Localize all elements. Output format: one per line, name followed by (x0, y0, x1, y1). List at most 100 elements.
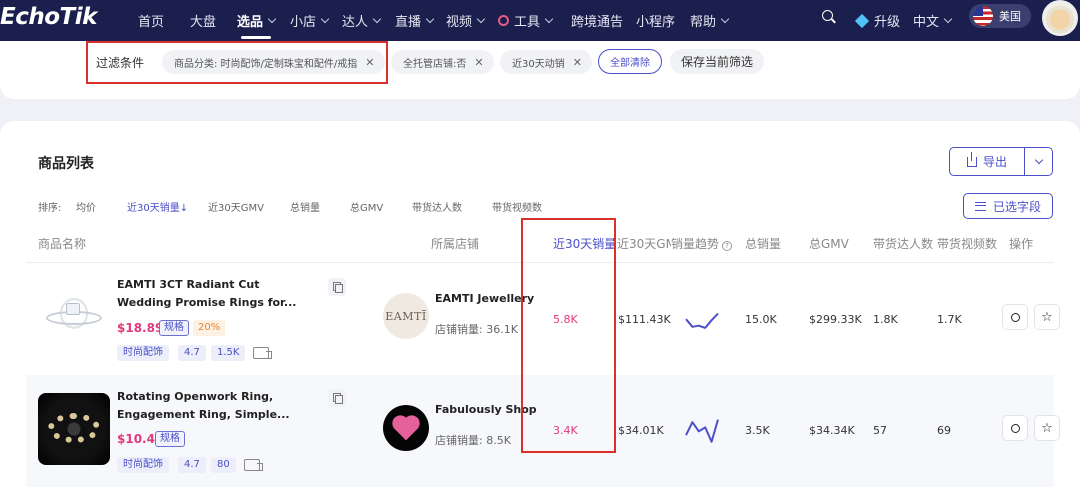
sort-total-gmv[interactable]: 总GMV (350, 199, 383, 214)
nav-product-select[interactable]: 选品 (237, 11, 277, 39)
favorite-button[interactable]: ☆ (1034, 304, 1060, 330)
close-icon[interactable]: ✕ (365, 56, 374, 69)
nav-live[interactable]: 直播 (395, 11, 435, 30)
nav-tools[interactable]: 工具 (498, 11, 554, 30)
shop-name[interactable]: EAMTI Jewellery (435, 292, 534, 305)
region-select[interactable]: 美国 (969, 4, 1031, 28)
category-tag: 时尚配饰 (117, 345, 169, 361)
col-30d-gmv[interactable]: 近30天GMV (617, 235, 671, 252)
sales-30d: 3.4K (553, 424, 578, 437)
shipping-icon (244, 459, 263, 471)
close-icon[interactable]: ✕ (573, 56, 582, 69)
product-thumbnail[interactable] (38, 393, 110, 465)
filter-chip-managed-store[interactable]: 全托管店铺:否 ✕ (391, 50, 494, 74)
shop-sales: 店铺销量: 36.1K (435, 323, 518, 336)
videos-count: 1.7K (937, 313, 962, 326)
col-total-gmv[interactable]: 总GMV (809, 235, 849, 252)
detail-button[interactable] (1002, 415, 1028, 441)
shop-logo[interactable] (383, 405, 429, 451)
sales-trend-sparkline (685, 419, 719, 443)
spec-tag[interactable]: 规格 (155, 431, 185, 447)
sort-videos[interactable]: 带货视频数 (492, 199, 542, 214)
gmv-30d: $111.43K (618, 313, 671, 326)
language-select[interactable]: 中文 (913, 11, 953, 30)
sort-label: 排序: (38, 203, 62, 214)
nav-crossborder-news[interactable]: 跨境通告 (571, 11, 623, 30)
filter-label: 过滤条件 (96, 56, 145, 70)
export-dropdown-button[interactable] (1025, 148, 1052, 175)
shop-sales: 店铺销量: 8.5K (435, 434, 511, 447)
sort-creators[interactable]: 带货达人数 (412, 199, 462, 214)
shop-logo[interactable]: EAMTĪ (383, 293, 429, 339)
total-gmv: $34.34K (809, 424, 855, 437)
sort-30d-gmv[interactable]: 近30天GMV (208, 199, 264, 214)
spec-tag[interactable]: 规格 (159, 320, 189, 336)
col-shop: 所属店铺 (431, 237, 480, 251)
nav-help[interactable]: 帮助 (690, 11, 730, 30)
copy-icon[interactable] (328, 278, 346, 296)
sales-30d: 5.8K (553, 313, 578, 326)
sparkline-path (685, 312, 719, 329)
col-sales-trend: 销量趋势? (671, 235, 733, 252)
rating-tag: 4.7 (178, 457, 206, 473)
save-filter-button[interactable]: 保存当前筛选 (670, 49, 764, 74)
star-icon: ☆ (1041, 420, 1053, 436)
chevron-down-icon (720, 14, 730, 23)
app-logo[interactable]: EchoTik (0, 4, 97, 30)
nav-videos[interactable]: 视频 (446, 11, 486, 30)
shop-name[interactable]: Fabulously Shop (435, 403, 537, 416)
col-actions: 操作 (1009, 237, 1034, 251)
chevron-down-icon (476, 14, 486, 23)
col-30d-sales[interactable]: 近30天销量 (553, 235, 616, 252)
col-videos[interactable]: 带货视频数 (937, 235, 997, 252)
sort-total-sales[interactable]: 总销量 (290, 199, 320, 214)
search-icon[interactable] (822, 10, 833, 21)
filter-chip-30d-active[interactable]: 近30天动销 ✕ (500, 50, 592, 74)
product-price: $18.89 (117, 321, 164, 335)
detail-button[interactable] (1002, 304, 1028, 330)
panel-title: 商品列表 (38, 156, 94, 172)
copy-icon[interactable] (328, 389, 346, 407)
chevron-down-icon (425, 14, 435, 23)
sort-30d-sales[interactable]: 近30天销量↓ (127, 199, 188, 214)
star-icon: ☆ (1041, 309, 1053, 325)
shipping-icon (253, 347, 272, 359)
nav-shops[interactable]: 小店 (290, 11, 330, 30)
user-avatar[interactable] (1042, 0, 1078, 36)
clear-all-button[interactable]: 全部清除 (598, 49, 662, 74)
upgrade-button[interactable]: 升级 (854, 11, 900, 30)
info-icon[interactable]: ? (722, 241, 733, 251)
export-button[interactable]: 导出 (950, 148, 1025, 175)
reviews-tag: 1.5K (211, 345, 246, 361)
nav-dashboard[interactable]: 大盘 (190, 11, 216, 30)
product-name[interactable]: EAMTI 3CT Radiant Cut Wedding Promise Ri… (117, 276, 307, 312)
total-gmv: $299.33K (809, 313, 862, 326)
favorite-button[interactable]: ☆ (1034, 415, 1060, 441)
diamond-icon (854, 13, 870, 28)
circle-icon (1010, 312, 1020, 322)
circle-icon (1010, 423, 1020, 433)
nav-mini-program[interactable]: 小程序 (636, 11, 675, 30)
gmv-30d: $34.01K (618, 424, 664, 437)
tiktok-icon (498, 15, 509, 26)
product-name[interactable]: Rotating Openwork Ring, Engagement Ring,… (117, 388, 307, 424)
sort-avg-price[interactable]: 均价 (76, 199, 96, 214)
creators-count: 1.8K (873, 313, 898, 326)
rating-tag: 4.7 (178, 345, 206, 361)
sparkline-path (685, 419, 719, 443)
list-icon (974, 201, 986, 211)
col-total-sales[interactable]: 总销量 (745, 235, 781, 252)
us-flag-icon (973, 6, 993, 26)
product-thumbnail[interactable] (38, 281, 110, 353)
chevron-down-icon (267, 14, 277, 23)
selected-fields-button[interactable]: 已选字段 (963, 193, 1053, 219)
nav-creators[interactable]: 达人 (342, 11, 382, 30)
reviews-tag: 80 (211, 457, 236, 473)
heart-icon (394, 417, 418, 441)
col-creators[interactable]: 带货达人数 (873, 235, 933, 252)
chevron-down-icon (1034, 155, 1043, 165)
filter-chip-category[interactable]: 商品分类: 时尚配饰/定制珠宝和配件/戒指 ✕ (162, 50, 385, 74)
close-icon[interactable]: ✕ (474, 56, 483, 69)
nav-home[interactable]: 首页 (138, 11, 164, 30)
chevron-down-icon (320, 14, 330, 23)
